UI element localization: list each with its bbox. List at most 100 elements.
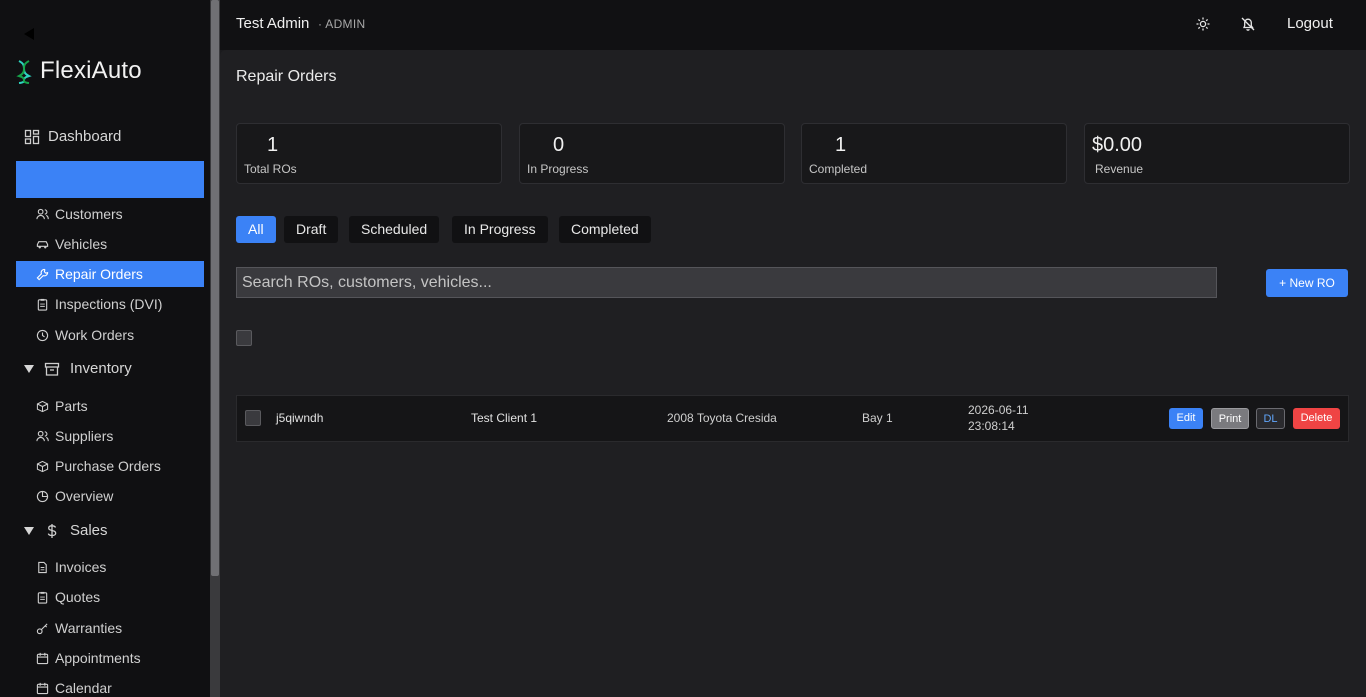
logout-button[interactable]: Logout	[1287, 15, 1333, 32]
edit-button[interactable]: Edit	[1169, 408, 1203, 429]
stat-card-in-progress: 0 In Progress	[519, 123, 785, 184]
customer-name: Test Client 1	[471, 411, 538, 425]
sidebar-scrollbar[interactable]	[210, 0, 220, 697]
row-checkbox[interactable]	[245, 410, 261, 426]
sidebar-item-label: Inspections (DVI)	[55, 296, 163, 312]
sidebar-item-overview[interactable]: Overview	[16, 483, 204, 509]
sidebar-group-inventory[interactable]: Inventory	[24, 360, 132, 377]
sidebar-item-appointments[interactable]: Appointments	[16, 645, 204, 671]
sidebar-item-inspections[interactable]: Inspections (DVI)	[16, 291, 204, 317]
sidebar-item-invoices[interactable]: Invoices	[16, 554, 204, 580]
stat-card-revenue: $0.00 Revenue	[1084, 123, 1350, 184]
sidebar-item-label: Quotes	[55, 589, 101, 605]
sidebar-item-quotes[interactable]: Quotes	[16, 584, 204, 610]
sidebar-item-repair-orders[interactable]: Repair Orders	[16, 261, 204, 287]
stat-value: 0	[553, 134, 565, 156]
users-icon	[36, 208, 49, 219]
stat-value: 1	[267, 134, 279, 156]
bell-off-icon[interactable]	[1240, 16, 1256, 32]
sidebar-item-label: Overview	[55, 488, 114, 504]
sidebar-item-label: Invoices	[55, 559, 107, 575]
calendar-icon	[36, 682, 49, 694]
wrench-icon	[36, 268, 49, 280]
sidebar-item-label: Customers	[55, 206, 123, 222]
stat-label: In Progress	[527, 162, 589, 176]
sidebar-group-label: Inventory	[70, 360, 132, 377]
calendar-icon	[36, 652, 49, 664]
sidebar-item-label: Parts	[55, 398, 88, 414]
user-name: Test Admin	[236, 15, 310, 32]
user-role: · ADMIN	[318, 17, 366, 31]
scrollbar-thumb[interactable]	[211, 0, 219, 576]
sidebar-item-vehicles[interactable]: Vehicles	[16, 231, 204, 257]
clipboard-icon	[37, 591, 48, 604]
main-panel: Repair Orders 1 Total ROs 0 In Progress …	[220, 50, 1366, 697]
dollar-icon	[47, 523, 57, 538]
tab-draft[interactable]: Draft	[284, 216, 339, 243]
tab-scheduled[interactable]: Scheduled	[349, 216, 440, 243]
clock-icon	[36, 329, 49, 341]
sidebar-item-label: Warranties	[55, 620, 123, 636]
stat-label: Total ROs	[244, 162, 297, 176]
sidebar-item-warranties[interactable]: Warranties	[16, 615, 204, 641]
delete-button[interactable]: Delete	[1293, 408, 1340, 429]
users-icon	[36, 430, 49, 441]
brand[interactable]: FlexiAuto	[16, 57, 142, 85]
stat-label: Completed	[809, 162, 868, 176]
time: 23:08:14	[968, 419, 1015, 433]
pie-chart-icon	[36, 490, 49, 502]
sidebar-item-customers[interactable]: Customers	[16, 201, 204, 227]
stat-card-completed: 1 Completed	[801, 123, 1067, 184]
expand-triangle-icon	[24, 364, 34, 373]
sidebar-group-label: Sales	[70, 522, 108, 539]
download-button[interactable]: DL	[1256, 408, 1285, 429]
table-row[interactable]: j5qiwndh Test Client 1 2008 Toyota Cresi…	[236, 395, 1349, 442]
tab-in-progress[interactable]: In Progress	[452, 216, 548, 243]
sidebar: FlexiAuto Dashboard Customers Vehicles R…	[0, 0, 210, 697]
brand-name: FlexiAuto	[40, 57, 142, 84]
search-input[interactable]	[236, 267, 1217, 298]
expand-triangle-icon	[24, 526, 34, 535]
tab-all[interactable]: All	[236, 216, 276, 243]
box-icon	[36, 400, 49, 412]
sidebar-item-label: Vehicles	[55, 236, 108, 252]
document-icon	[38, 561, 47, 573]
top-bar: Test Admin · ADMIN Logout	[220, 0, 1366, 50]
clipboard-icon	[37, 298, 48, 311]
sidebar-item-label: Calendar	[55, 680, 112, 696]
key-icon	[36, 622, 48, 634]
box-icon	[36, 460, 49, 472]
sidebar-item-calendar[interactable]: Calendar	[16, 675, 204, 697]
archive-icon	[44, 362, 60, 376]
stat-value: $0.00	[1092, 134, 1143, 156]
sidebar-highlight-bar[interactable]	[16, 161, 204, 198]
sidebar-item-work-orders[interactable]: Work Orders	[16, 322, 204, 348]
dashboard-icon	[24, 129, 40, 144]
sidebar-item-purchase-orders[interactable]: Purchase Orders	[16, 453, 204, 479]
sidebar-item-label: Appointments	[55, 650, 141, 666]
sidebar-group-sales[interactable]: Sales	[24, 522, 108, 539]
page-title: Repair Orders	[236, 68, 337, 85]
sidebar-item-label: Dashboard	[48, 128, 122, 145]
select-all-checkbox[interactable]	[236, 330, 252, 346]
date: 2026-06-11	[968, 403, 1029, 417]
stat-label: Revenue	[1095, 162, 1144, 176]
stat-value: 1	[835, 134, 847, 156]
collapse-sidebar-icon[interactable]	[24, 28, 34, 40]
sidebar-item-parts[interactable]: Parts	[16, 393, 204, 419]
vehicle: 2008 Toyota Cresida	[667, 411, 777, 425]
sidebar-item-dashboard[interactable]: Dashboard	[24, 128, 121, 145]
ro-number[interactable]: j5qiwndh	[276, 411, 323, 425]
sun-icon[interactable]	[1195, 16, 1211, 32]
new-ro-button[interactable]: + New RO	[1266, 269, 1348, 297]
dna-logo-icon	[16, 60, 32, 84]
bay: Bay 1	[862, 411, 893, 425]
car-icon	[36, 240, 49, 248]
tab-completed[interactable]: Completed	[559, 216, 651, 243]
sidebar-item-label: Suppliers	[55, 428, 114, 444]
sidebar-item-suppliers[interactable]: Suppliers	[16, 423, 204, 449]
print-button[interactable]: Print	[1211, 408, 1249, 429]
sidebar-item-label: Work Orders	[55, 327, 135, 343]
stat-card-total-ros: 1 Total ROs	[236, 123, 502, 184]
sidebar-item-label: Repair Orders	[55, 266, 143, 282]
